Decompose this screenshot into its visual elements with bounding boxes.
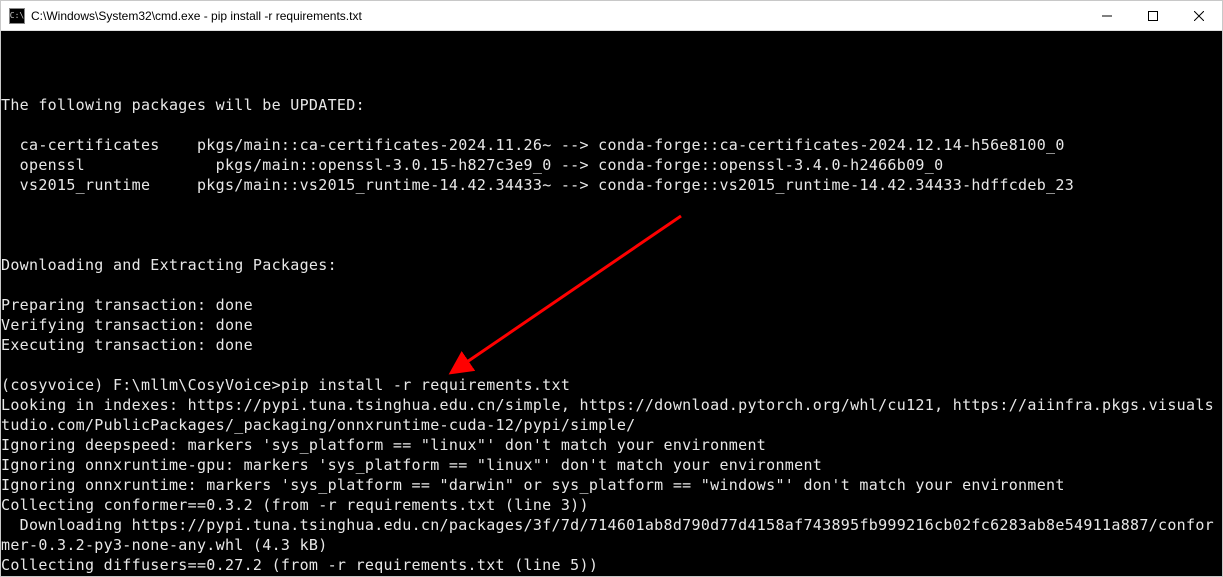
terminal-output: The following packages will be UPDATED: … bbox=[1, 75, 1222, 576]
window-controls bbox=[1084, 1, 1222, 30]
cmd-icon-label: C:\ bbox=[10, 11, 24, 20]
minimize-icon bbox=[1102, 11, 1112, 21]
maximize-button[interactable] bbox=[1130, 1, 1176, 30]
cmd-window: C:\ C:\Windows\System32\cmd.exe - pip in… bbox=[0, 0, 1223, 577]
minimize-button[interactable] bbox=[1084, 1, 1130, 30]
window-title: C:\Windows\System32\cmd.exe - pip instal… bbox=[31, 9, 1084, 23]
cmd-icon: C:\ bbox=[9, 8, 25, 24]
maximize-icon bbox=[1148, 11, 1158, 21]
terminal-body[interactable]: The following packages will be UPDATED: … bbox=[1, 31, 1222, 576]
titlebar[interactable]: C:\ C:\Windows\System32\cmd.exe - pip in… bbox=[1, 1, 1222, 31]
close-icon bbox=[1194, 11, 1204, 21]
close-button[interactable] bbox=[1176, 1, 1222, 30]
